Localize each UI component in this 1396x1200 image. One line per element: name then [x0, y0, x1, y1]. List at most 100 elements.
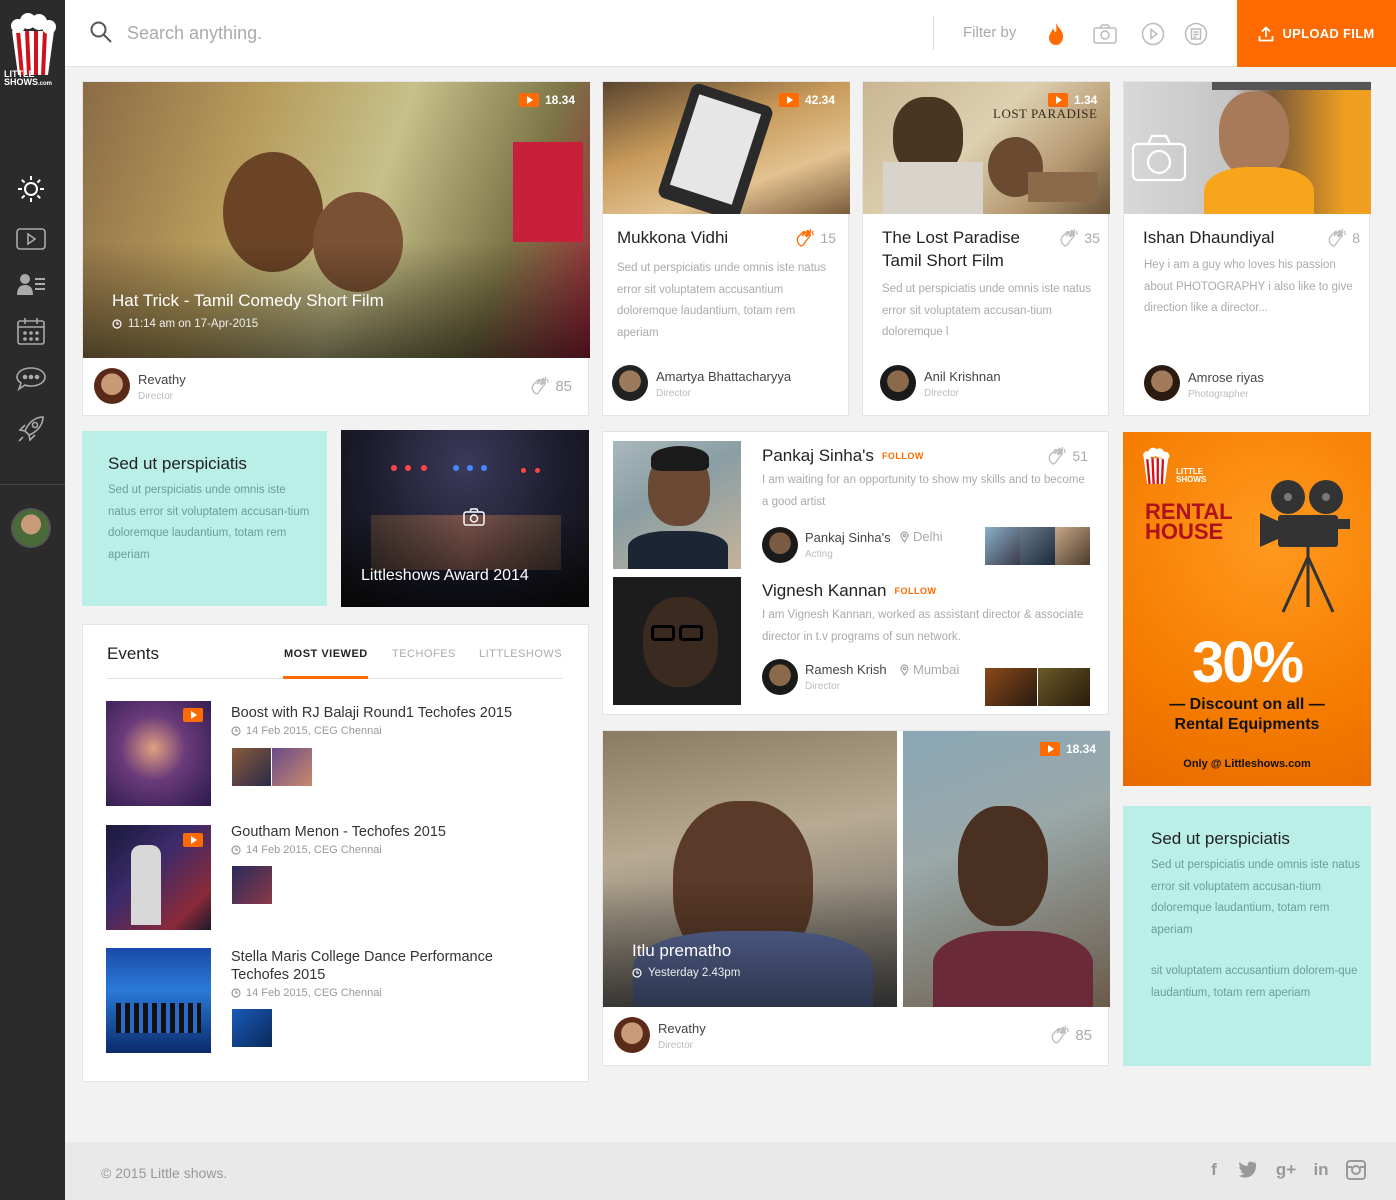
clap-count[interactable]: 35	[1058, 228, 1100, 248]
award-card[interactable]: Littleshows Award 2014	[341, 430, 589, 607]
copyright: © 2015 Little shows.	[101, 1165, 228, 1181]
event-title[interactable]: Goutham Menon - Techofes 2015	[231, 823, 551, 841]
duration-badge: 18.34	[519, 93, 575, 107]
person-name[interactable]: Pankaj Sinha's FOLLOW	[762, 446, 924, 466]
avatar[interactable]	[614, 1017, 650, 1053]
video-time: Yesterday 2.43pm	[632, 967, 740, 979]
profiles-icon[interactable]	[14, 269, 48, 299]
author-name[interactable]: Amartya Bhattacharyya	[656, 369, 791, 384]
event-title[interactable]: Boost with RJ Balaji Round1 Techofes 201…	[231, 704, 551, 722]
film-card[interactable]: 42.34 Mukkona Vidhi 15 Sed ut perspiciat…	[602, 81, 850, 416]
film-thumbnail[interactable]: 42.34	[603, 82, 850, 214]
instagram-icon[interactable]	[1345, 1160, 1367, 1182]
rental-house-ad[interactable]: LITTLE SHOWS RENTAL HOUSE 30% — Discount …	[1123, 432, 1371, 786]
portfolio-thumbnail[interactable]	[985, 668, 1037, 706]
chat-icon[interactable]	[14, 364, 48, 394]
twitter-icon[interactable]	[1236, 1160, 1258, 1182]
film-thumbnail[interactable]: LOST PARADISE 1.34	[863, 82, 1110, 214]
author-name[interactable]: Revathy	[658, 1021, 706, 1036]
video-badge	[183, 708, 203, 722]
search-input[interactable]	[127, 20, 907, 46]
location-pin-icon	[900, 663, 909, 676]
clap-count[interactable]: 85	[529, 376, 572, 396]
event-thumbnail[interactable]	[106, 701, 211, 806]
clap-count[interactable]: 8	[1326, 228, 1360, 248]
avatar[interactable]	[94, 368, 130, 404]
event-thumbnail[interactable]	[106, 825, 211, 930]
linkedin-icon[interactable]: in	[1310, 1160, 1332, 1182]
avatar[interactable]	[762, 659, 798, 695]
author-name[interactable]: Anil Krishnan	[924, 369, 1001, 384]
calendar-icon[interactable]	[14, 316, 48, 346]
promo-text: sit voluptatem accusantium dolorem-que l…	[1151, 965, 1358, 999]
author-name[interactable]: Amrose riyas	[1188, 370, 1264, 385]
event-thumbnail[interactable]	[106, 948, 211, 1053]
clap-icon	[531, 376, 550, 395]
follow-button[interactable]: FOLLOW	[894, 586, 936, 596]
ad-brand: LITTLE SHOWS	[1176, 467, 1207, 484]
sun-icon[interactable]	[14, 174, 48, 204]
clap-count[interactable]: 51	[1046, 446, 1088, 466]
discount-percent: 30%	[1191, 630, 1304, 695]
portfolio-thumbnail[interactable]	[1038, 668, 1090, 706]
play-icon	[1048, 93, 1068, 107]
clap-count[interactable]: 85	[1049, 1025, 1092, 1045]
author-name[interactable]: Revathy	[138, 372, 186, 387]
tab-techofes[interactable]: TECHOFES	[392, 648, 456, 660]
event-photo[interactable]	[232, 1009, 272, 1047]
avatar[interactable]	[762, 527, 798, 563]
avatar[interactable]	[612, 365, 648, 401]
tab-most-viewed[interactable]: MOST VIEWED	[284, 648, 368, 660]
document-icon[interactable]	[1183, 21, 1209, 47]
event-title[interactable]: Stella Maris College Dance Performance T…	[231, 948, 551, 984]
portfolio-thumbnail[interactable]	[1020, 527, 1055, 565]
person-photo[interactable]	[613, 577, 741, 705]
play-icon[interactable]	[1140, 21, 1166, 47]
facebook-icon[interactable]: f	[1203, 1160, 1225, 1182]
event-photo[interactable]	[232, 748, 271, 786]
google-plus-icon[interactable]: g+	[1271, 1160, 1301, 1182]
promo-text: Sed ut perspiciatis unde omnis iste natu…	[1151, 859, 1361, 936]
film-title[interactable]: The Lost Paradise Tamil Short Film	[882, 226, 1047, 272]
profile-card[interactable]: Ishan Dhaundiyal 8 Hey i am a guy who lo…	[1123, 81, 1371, 416]
user-avatar[interactable]	[11, 508, 51, 548]
rocket-icon[interactable]	[14, 414, 48, 444]
tab-littleshows[interactable]: LITTLESHOWS	[479, 648, 562, 660]
upload-film-button[interactable]: UPLOAD FILM	[1237, 0, 1396, 67]
member-name[interactable]: Pankaj Sinha's	[805, 530, 891, 545]
poster-text: LOST PARADISE	[993, 106, 1098, 121]
event-photo[interactable]	[232, 866, 272, 904]
trending-icon[interactable]	[1043, 21, 1069, 47]
follow-button[interactable]: FOLLOW	[882, 451, 924, 461]
person-name[interactable]: Vignesh Kannan FOLLOW	[762, 581, 936, 601]
portfolio-thumbnail[interactable]	[1055, 527, 1090, 565]
camera-icon[interactable]	[1092, 21, 1118, 47]
featured-card[interactable]: 18.34 Hat Trick - Tamil Comedy Short Fil…	[82, 81, 590, 416]
avatar[interactable]	[1144, 365, 1180, 401]
event-photo[interactable]	[272, 748, 312, 786]
event-date: 14 Feb 2015, CEG Chennai	[231, 987, 382, 999]
video-icon[interactable]	[14, 224, 48, 254]
play-icon	[183, 833, 203, 847]
profile-thumbnail[interactable]	[1124, 82, 1371, 214]
video-card[interactable]: Itlu prematho Yesterday 2.43pm 18.34 Rev…	[602, 730, 1110, 1066]
clap-count[interactable]: 15	[794, 228, 836, 248]
author-role: Director	[658, 1040, 694, 1051]
video-thumbnail[interactable]: Itlu prematho Yesterday 2.43pm	[603, 731, 897, 1007]
duration-badge: 1.34	[1048, 93, 1097, 107]
avatar[interactable]	[880, 365, 916, 401]
person-bio: I am Vignesh Kannan, worked as assistant…	[762, 609, 1084, 643]
person-photo[interactable]	[613, 441, 741, 569]
clap-icon	[1328, 228, 1347, 247]
film-card[interactable]: LOST PARADISE 1.34 The Lost Paradise Tam…	[862, 81, 1110, 416]
ad-footer: Only @ Littleshows.com	[1183, 758, 1311, 770]
film-title[interactable]: Mukkona Vidhi	[617, 226, 728, 249]
top-bar: Filter by UPLOAD FILM	[65, 0, 1396, 67]
promo-title: Sed ut perspiciatis	[108, 454, 247, 473]
member-name[interactable]: Ramesh Krish	[805, 662, 887, 677]
video-thumbnail[interactable]: 18.34	[903, 731, 1110, 1007]
portfolio-thumbnail[interactable]	[985, 527, 1020, 565]
featured-thumbnail[interactable]: 18.34 Hat Trick - Tamil Comedy Short Fil…	[83, 82, 590, 358]
profile-name[interactable]: Ishan Dhaundiyal	[1143, 226, 1274, 249]
profile-description: Hey i am a guy who loves his passion abo…	[1144, 259, 1353, 314]
